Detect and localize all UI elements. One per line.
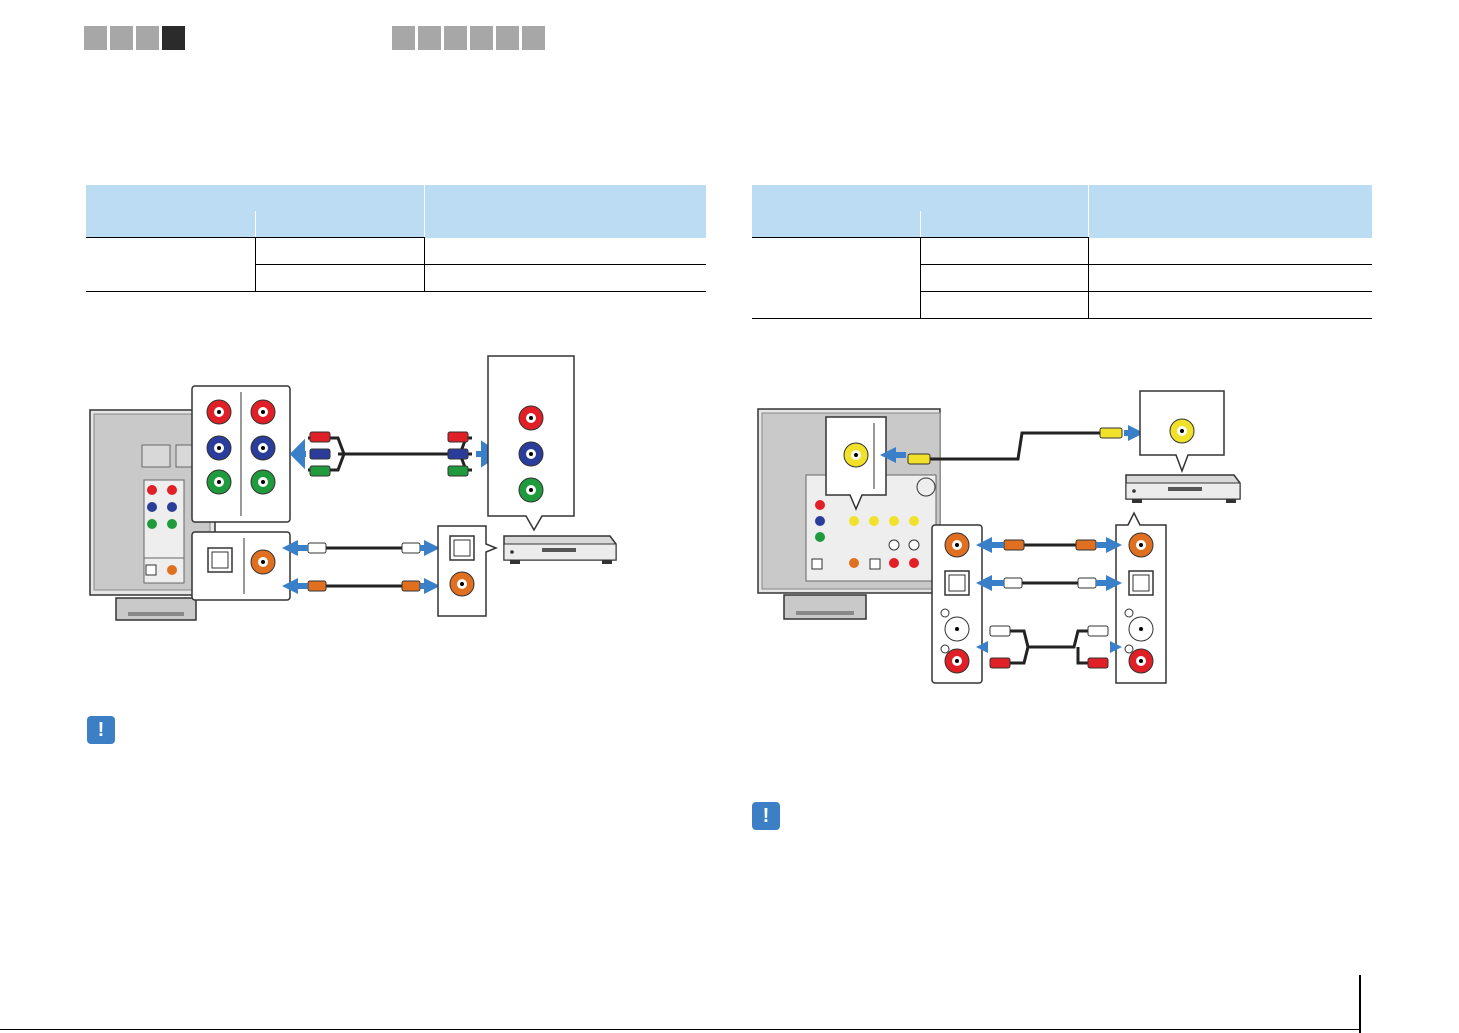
- table-cell: [1088, 291, 1372, 319]
- component-jack-callout: [191, 385, 291, 523]
- table-subheader-jack-1: [86, 211, 256, 238]
- chapter-tab[interactable]: [418, 26, 441, 50]
- section-tab[interactable]: [84, 26, 107, 50]
- table-cell: [255, 237, 425, 265]
- table-cell: [424, 264, 706, 292]
- device-component-callout: [487, 355, 575, 532]
- right-jack-table: [752, 185, 1372, 319]
- coaxial-cable: [976, 537, 1122, 553]
- device-audio-callout: [437, 525, 499, 617]
- footer-rule: [0, 1029, 1360, 1030]
- section-tab[interactable]: [136, 26, 159, 50]
- optical-cable: [976, 575, 1122, 591]
- audio-jack-callout: [191, 531, 291, 601]
- device-audio-callout: [1115, 511, 1167, 684]
- page-edge-rule: [1359, 975, 1361, 1033]
- table-cell: [920, 291, 1089, 319]
- table-cell: [424, 237, 706, 265]
- component-connection-diagram: [89, 355, 617, 621]
- component-video-cable: [289, 431, 502, 477]
- chapter-tab[interactable]: [522, 26, 545, 50]
- device-video-callout: [1139, 390, 1225, 474]
- table-header-receiver: [86, 185, 425, 211]
- table-header-device: [1088, 185, 1372, 238]
- table-cell: [1088, 264, 1372, 292]
- chapter-tab[interactable]: [392, 26, 415, 50]
- table-cell: [752, 237, 921, 319]
- table-subheader-jack-2: [255, 211, 425, 238]
- table-header-receiver: [752, 185, 1089, 211]
- section-tab[interactable]: [110, 26, 133, 50]
- coaxial-cable: [282, 578, 440, 594]
- caution-icon: !: [752, 802, 780, 830]
- section-tab-active[interactable]: [162, 26, 185, 50]
- table-subheader-jack-2: [920, 211, 1089, 238]
- chapter-tab[interactable]: [470, 26, 493, 50]
- left-jack-table: [86, 185, 706, 292]
- table-cell: [86, 237, 256, 292]
- stereo-pin-cable: [976, 625, 1122, 669]
- caution-icon: !: [87, 716, 115, 744]
- chapter-tab[interactable]: [496, 26, 519, 50]
- section-tabs: [84, 26, 185, 50]
- playback-device: [503, 535, 617, 564]
- table-cell: [1088, 237, 1372, 265]
- receiver-audio-callout: [931, 524, 983, 684]
- receiver-video-callout: [825, 416, 887, 511]
- chapter-tab[interactable]: [444, 26, 467, 50]
- playback-device: [1125, 474, 1241, 503]
- table-header-device: [424, 185, 706, 238]
- optical-cable: [282, 540, 440, 556]
- composite-connection-diagram: [757, 390, 1241, 684]
- table-cell: [920, 264, 1089, 292]
- table-cell: [255, 264, 425, 292]
- table-cell: [920, 237, 1089, 265]
- chapter-tabs: [392, 26, 545, 50]
- table-subheader-jack-1: [752, 211, 921, 238]
